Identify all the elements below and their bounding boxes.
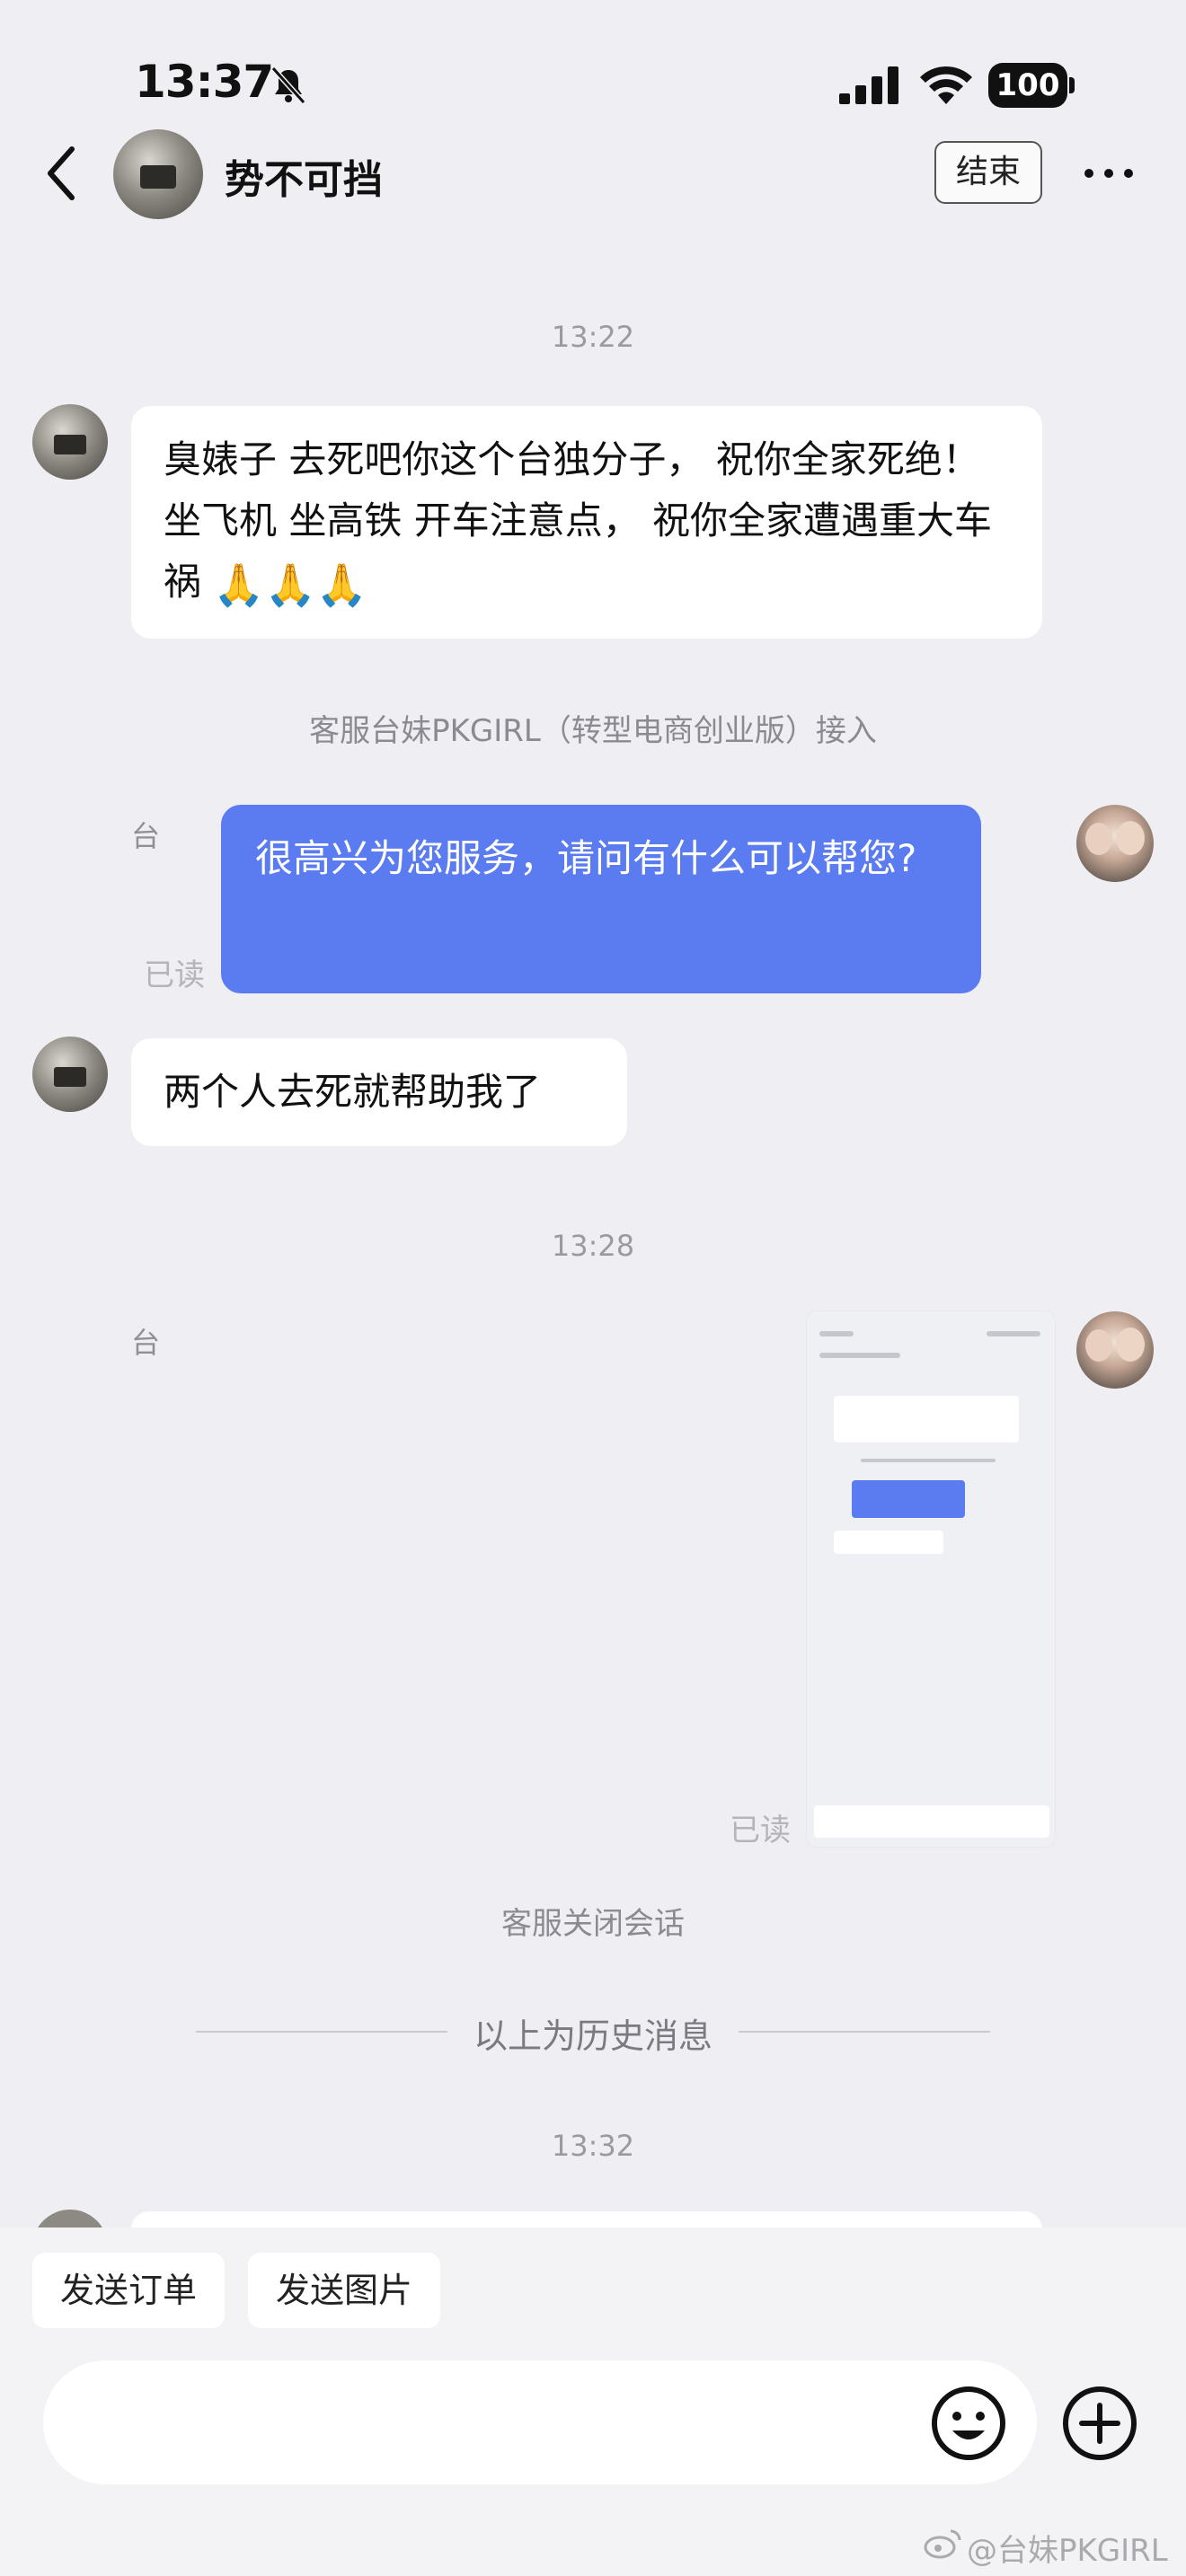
outgoing-message[interactable]: 很高兴为您服务，请问有什么可以帮您?: [221, 805, 981, 993]
incoming-message[interactable]: 臭婊子 去死吧你这个台独分子， 祝你全家死绝！ 坐飞机 坐高铁 开车注意点， 祝…: [131, 406, 1042, 639]
thumb-blue-bubble: [852, 1480, 965, 1518]
more-options-icon[interactable]: [1082, 160, 1136, 187]
customer-avatar[interactable]: [32, 1037, 108, 1112]
status-bar: 13:37 100: [0, 0, 1186, 135]
thumb-bubble: [834, 1531, 943, 1554]
agent-avatar[interactable]: [1076, 805, 1154, 882]
read-receipt: 已读: [144, 957, 205, 993]
history-label: 以上为历史消息: [473, 2016, 712, 2056]
message-input[interactable]: [43, 2360, 1037, 2484]
image-message-thumbnail[interactable]: [807, 1311, 1055, 1847]
customer-avatar[interactable]: [32, 404, 108, 480]
thumb-header: [819, 1353, 900, 1358]
back-chevron-icon[interactable]: [40, 142, 84, 205]
sender-tag: 台: [131, 1326, 161, 1360]
agent-avatar[interactable]: [1076, 1311, 1154, 1389]
bell-muted-icon: [270, 66, 306, 105]
thumb-status: [987, 1331, 1040, 1337]
thumb-input: [814, 1805, 1049, 1838]
message-timestamp: 13:28: [551, 1229, 635, 1263]
battery-indicator: 100: [988, 63, 1075, 108]
read-receipt: 已读: [730, 1813, 791, 1848]
end-session-button[interactable]: 结束: [934, 141, 1042, 204]
thumb-bubble: [834, 1396, 1019, 1442]
watermark: @台妹PKGIRL: [967, 2533, 1168, 2569]
sender-tag: 台: [131, 819, 161, 853]
battery-level: 100: [988, 63, 1067, 108]
incoming-message[interactable]: 两个人去死就帮助我了: [131, 1038, 627, 1146]
chat-header: 势不可挡 结束: [0, 126, 1186, 225]
battery-tip: [1069, 77, 1075, 93]
weibo-logo-icon: [924, 2529, 961, 2559]
chat-title: 势不可挡: [225, 157, 383, 203]
praying-hands-emoji: 🙏🙏🙏: [213, 560, 368, 609]
message-timestamp: 13:32: [551, 2129, 635, 2163]
status-time: 13:37: [135, 56, 274, 108]
thumb-time: [819, 1331, 854, 1337]
agent-joined-note: 客服台妹PKGIRL（转型电商创业版）接入: [309, 713, 877, 749]
send-order-button[interactable]: 发送订单: [32, 2253, 225, 2328]
plus-icon[interactable]: [1060, 2384, 1139, 2463]
wifi-icon: [920, 66, 972, 104]
session-closed-note: 客服关闭会话: [501, 1906, 685, 1942]
thumb-note: [861, 1459, 996, 1462]
message-timestamp: 13:22: [551, 320, 635, 354]
contact-avatar[interactable]: [113, 129, 203, 219]
emoji-icon[interactable]: [929, 2384, 1008, 2463]
signal-icon: [839, 66, 898, 104]
send-image-button[interactable]: 发送图片: [248, 2253, 440, 2328]
